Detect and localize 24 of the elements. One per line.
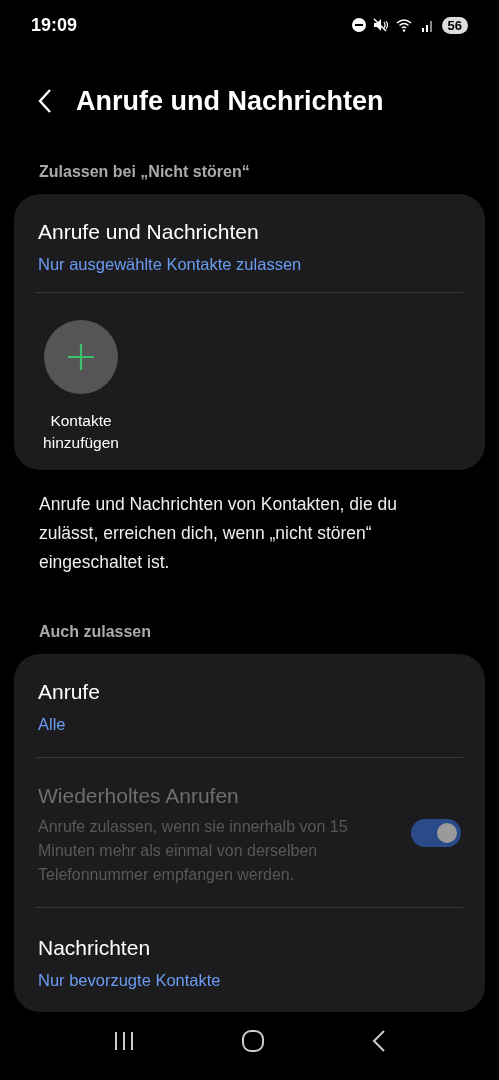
card-subtitle: Nur ausgewählte Kontakte zulassen (38, 253, 303, 275)
status-time: 19:09 (31, 13, 78, 37)
setting-value: Alle (38, 713, 67, 735)
wifi-icon (395, 18, 414, 33)
setting-description: Anrufe zulassen, wenn sie innerhalb von 15 Minuten mehr als einmal von derselben Telefonnummer empfangen werden. (38, 817, 349, 886)
add-contact-label: Kontakte hinzufügen (42, 411, 120, 454)
home-icon[interactable] (241, 1029, 266, 1054)
setting-title[interactable]: Nachrichten (38, 932, 461, 964)
section-label: Auch zulassen (38, 622, 153, 643)
battery-indicator: 56 (441, 16, 468, 34)
setting-title[interactable]: Anrufe (38, 676, 461, 708)
setting-title: Wiederholtes Anrufen (38, 782, 240, 809)
section-label: Zulassen bei „Nicht stören“ (38, 162, 251, 183)
card-title[interactable]: Anrufe und Nachrichten (38, 216, 461, 248)
back-icon[interactable] (38, 88, 52, 115)
back-nav-icon[interactable] (371, 1029, 386, 1054)
signal-icon (420, 18, 435, 33)
plus-icon (67, 343, 95, 372)
mute-icon (372, 18, 389, 33)
do-not-disturb-icon (351, 18, 366, 33)
recent-apps-icon[interactable] (113, 1031, 136, 1052)
setting-value: Nur bevorzugte Kontakte (38, 969, 222, 991)
page-title: Anrufe und Nachrichten (76, 84, 384, 118)
description-text: Anrufe und Nachrichten von Kontakten, die du zulässt, erreichen dich, wenn „nicht stören“ eingeschaltet ist. (38, 493, 398, 575)
